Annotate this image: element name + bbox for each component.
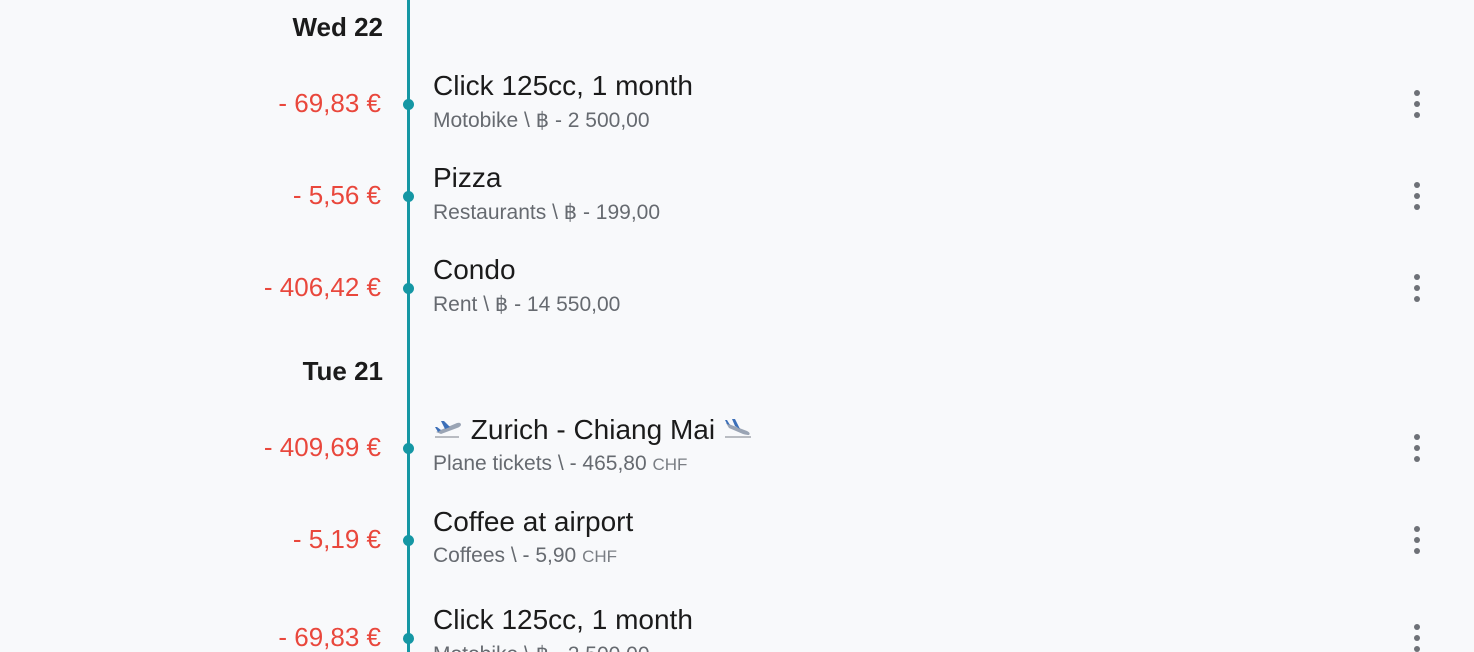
category-label: Plane tickets [433,452,553,475]
currency-sign: ฿ [536,643,549,652]
converted-amount: - 69,83 € [278,88,381,118]
currency-sign: ฿ [494,293,509,316]
original-amount: - 2 500,00 [555,643,650,652]
timeline-dot [403,443,414,454]
transaction-subtitle: Rent \ ฿ - 14 550,00 [433,292,620,317]
transaction-row[interactable]: - 409,69 € Zurich - Chiang Mai Plane tic… [0,406,1474,486]
transaction-title: Click 125cc, 1 month [433,70,693,101]
original-amount: - 465,80 [569,452,647,475]
day-header: Wed 22 [292,12,383,42]
separator: \ [477,293,495,316]
day-header: Tue 21 [302,356,383,386]
transaction-subtitle: Motobike \ ฿ - 2 500,00 [433,108,650,133]
currency-code: CHF [652,455,688,474]
transaction-title: Condo [433,254,516,285]
converted-amount: - 406,42 € [263,272,381,302]
currency-sign: ฿ [535,109,550,132]
more-options-icon[interactable] [1405,180,1429,212]
transaction-row[interactable]: - 5,19 € Coffee at airport Coffees \ - 5… [0,498,1474,578]
separator: \ [552,452,570,475]
transaction-title: Click 125cc, 1 month [433,604,693,635]
currency-sign: ฿ [563,201,578,224]
original-amount: - 199,00 [582,201,661,224]
airplane-arrival-icon [724,419,751,438]
transaction-row[interactable]: - 69,83 € Click 125cc, 1 month Motobike … [0,62,1474,142]
transaction-subtitle: Coffees \ - 5,90 CHF [433,544,617,568]
converted-amount: - 5,56 € [292,180,381,210]
separator: \ [518,643,536,652]
timeline-dot [403,633,414,644]
category-label: Motobike [433,109,519,132]
more-options-icon[interactable] [1405,432,1429,464]
timeline-dot [403,99,414,110]
converted-amount: - 5,19 € [292,524,381,554]
original-amount: - 14 550,00 [514,293,621,316]
transaction-subtitle: Restaurants \ ฿ - 199,00 [433,200,660,225]
currency-code: CHF [582,547,618,566]
transaction-subtitle: Plane tickets \ - 465,80 CHF [433,452,687,476]
transaction-title-text: Zurich - Chiang Mai [470,414,716,445]
more-options-icon[interactable] [1405,88,1429,120]
converted-amount: - 409,69 € [263,432,381,462]
more-options-icon[interactable] [1405,524,1429,556]
category-label: Coffees [433,544,505,567]
transaction-row[interactable]: - 69,83 € Click 125cc, 1 month Motobike … [0,596,1474,652]
more-options-icon[interactable] [1405,272,1429,304]
separator: \ [546,201,564,224]
category-label: Motobike [433,643,518,652]
timeline-dot [403,191,414,202]
transaction-title: Coffee at airport [433,506,634,537]
transaction-title: Pizza [433,162,502,193]
more-options-icon[interactable] [1405,622,1429,652]
original-amount: - 2 500,00 [554,109,650,132]
converted-amount: - 69,83 € [278,622,381,652]
transaction-row[interactable]: - 5,56 € Pizza Restaurants \ ฿ - 199,00 [0,154,1474,234]
airplane-departure-icon [435,421,461,438]
category-label: Rent [433,293,478,316]
timeline-dot [403,283,414,294]
category-label: Restaurants [433,201,547,224]
separator: \ [505,544,523,567]
timeline-dot [403,535,414,546]
transaction-subtitle: Motobike \ ฿ - 2 500,00 [433,642,650,652]
original-amount: - 5,90 [522,544,577,567]
transaction-row[interactable]: - 406,42 € Condo Rent \ ฿ - 14 550,00 [0,246,1474,326]
separator: \ [518,109,536,132]
transaction-title: Zurich - Chiang Mai [433,414,753,446]
